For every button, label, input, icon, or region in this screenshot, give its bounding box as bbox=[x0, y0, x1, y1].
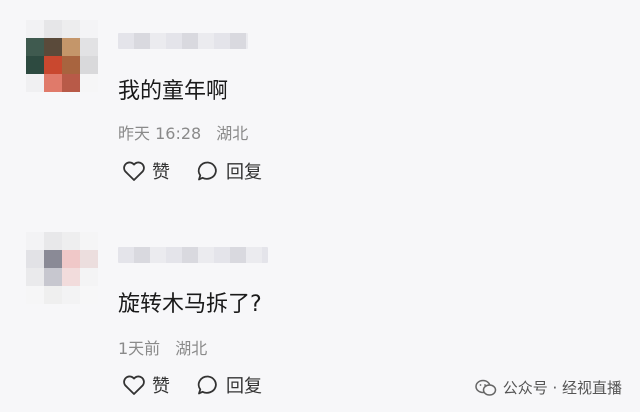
comment-location: 湖北 bbox=[216, 124, 249, 143]
reply-label: 回复 bbox=[226, 162, 262, 183]
speech-bubble-icon bbox=[197, 375, 217, 395]
heart-icon bbox=[123, 375, 145, 395]
username-blurred[interactable] bbox=[118, 247, 268, 263]
watermark-text: 公众号 · 经视直播 bbox=[502, 379, 622, 397]
heart-icon bbox=[123, 161, 145, 181]
comment-time: 昨天 16:28 bbox=[118, 124, 202, 143]
like-button[interactable]: 赞 bbox=[122, 372, 170, 398]
like-label: 赞 bbox=[152, 162, 170, 183]
comment-item: 我的童年啊 昨天 16:28 湖北 赞 回复 bbox=[0, 0, 640, 210]
avatar[interactable] bbox=[26, 232, 98, 304]
wechat-icon bbox=[474, 379, 496, 396]
avatar[interactable] bbox=[26, 20, 98, 92]
reply-button[interactable]: 回复 bbox=[196, 372, 262, 398]
reply-label: 回复 bbox=[226, 376, 262, 397]
comment-text: 旋转木马拆了? bbox=[118, 292, 262, 317]
comment-actions: 赞 回复 bbox=[122, 158, 288, 184]
comment-actions: 赞 回复 bbox=[122, 372, 288, 398]
speech-bubble-icon bbox=[197, 161, 217, 181]
comment-meta: 昨天 16:28 湖北 bbox=[118, 120, 248, 144]
comment-meta: 1天前 湖北 bbox=[118, 335, 207, 359]
reply-button[interactable]: 回复 bbox=[196, 158, 262, 184]
comment-time: 1天前 bbox=[118, 339, 161, 358]
like-label: 赞 bbox=[152, 376, 170, 397]
like-button[interactable]: 赞 bbox=[122, 158, 170, 184]
watermark: 公众号 · 经视直播 bbox=[474, 377, 622, 398]
comment-location: 湖北 bbox=[175, 339, 208, 358]
username-blurred[interactable] bbox=[118, 33, 248, 49]
comment-text: 我的童年啊 bbox=[118, 79, 229, 104]
